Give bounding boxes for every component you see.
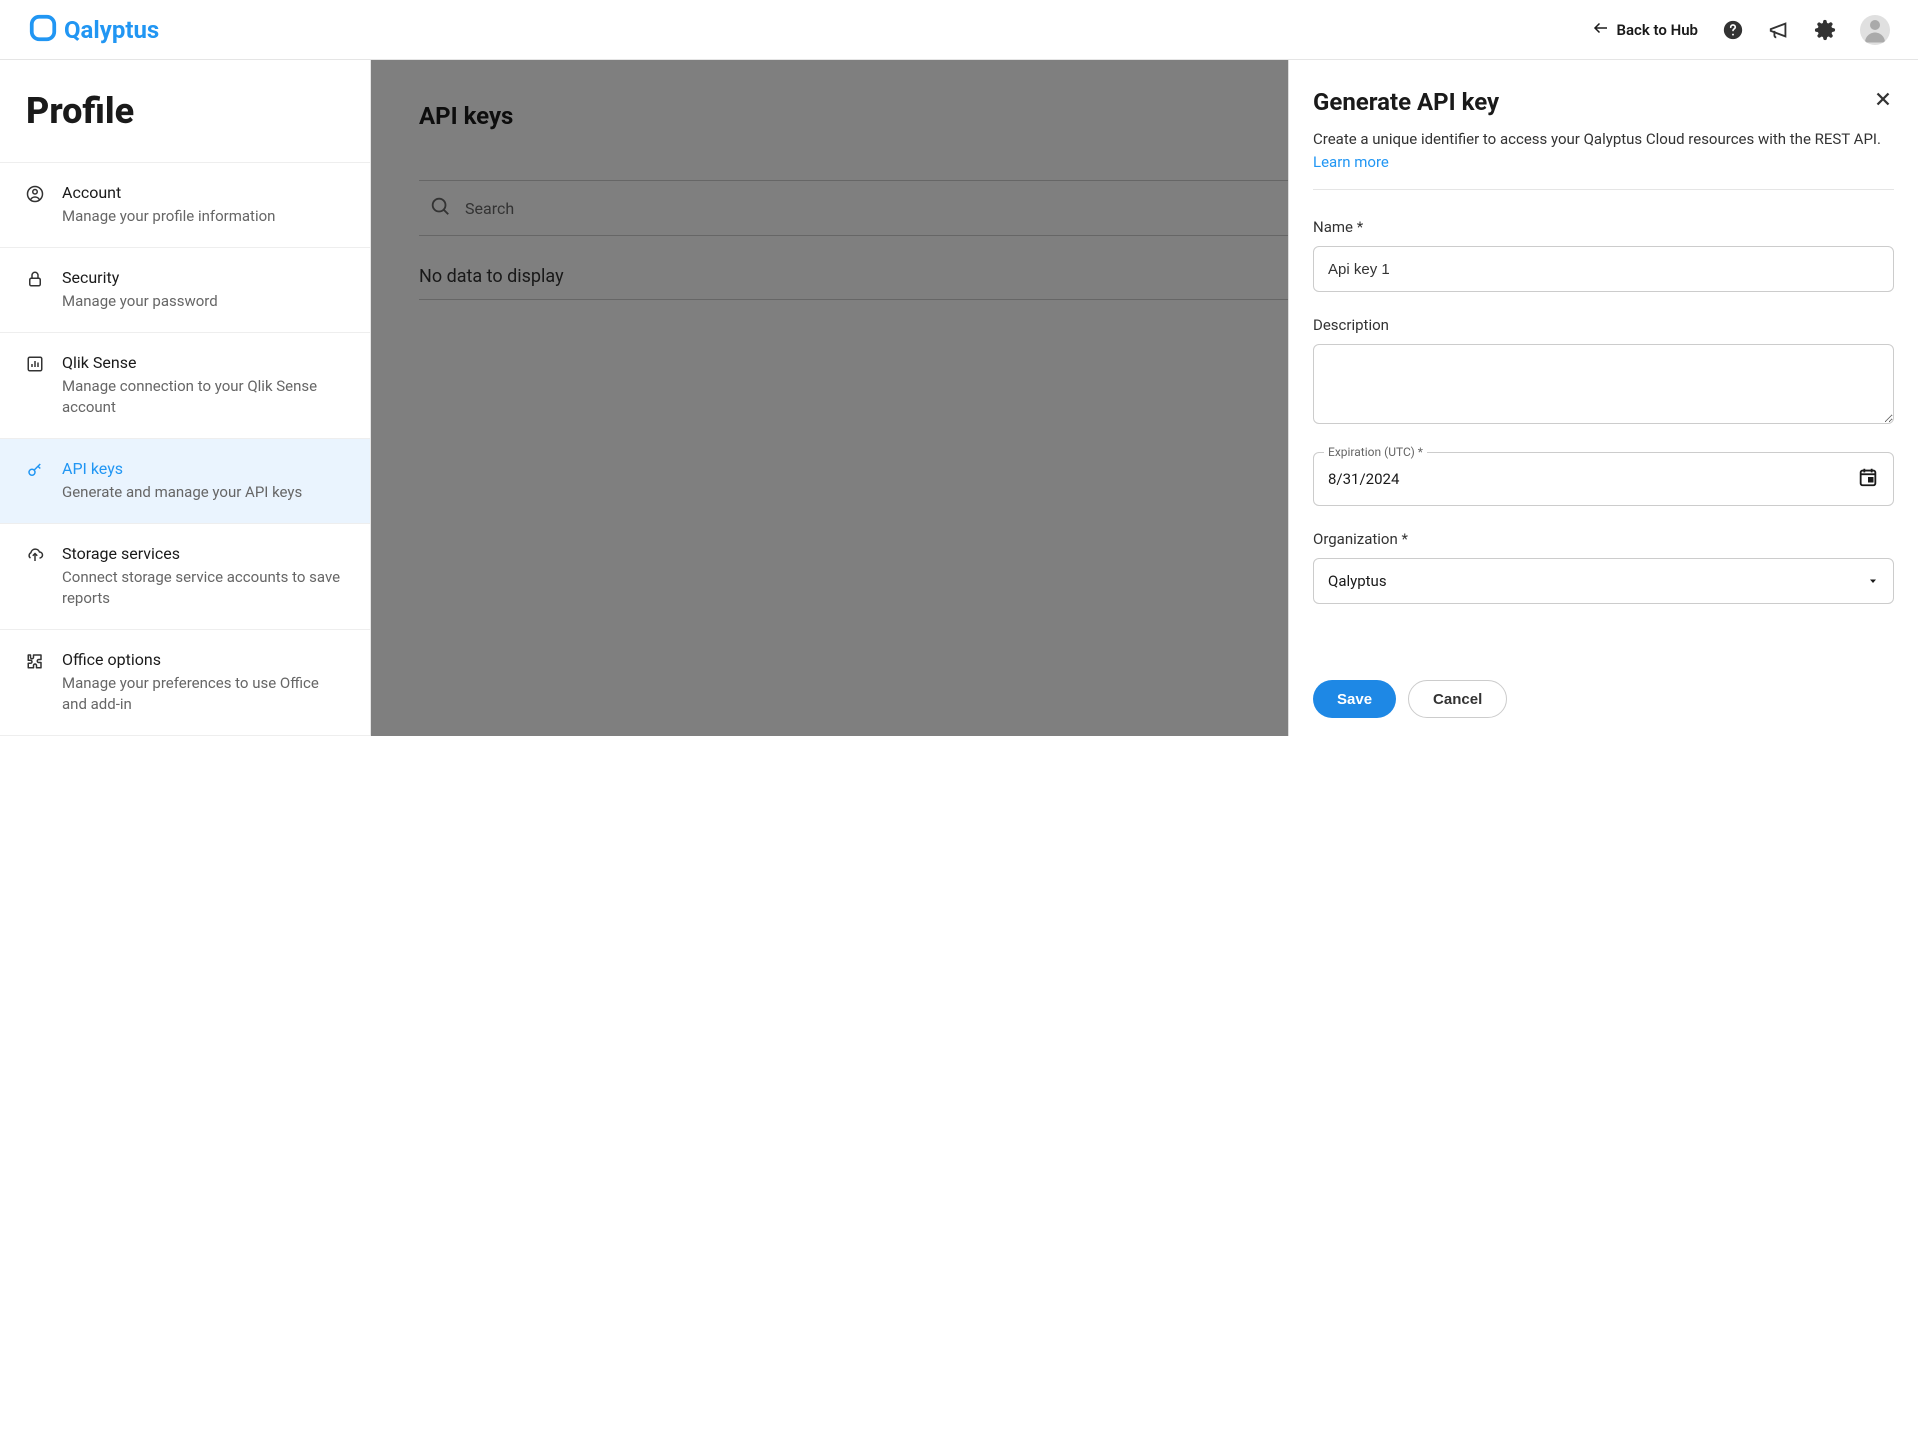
back-label: Back to Hub (1616, 21, 1698, 39)
sidebar-item-desc: Manage your profile information (62, 206, 275, 227)
panel-footer: Save Cancel (1289, 662, 1918, 736)
sidebar-item-label: Office options (62, 650, 344, 669)
name-label: Name * (1313, 218, 1894, 236)
sidebar-item-qliksense[interactable]: Qlik Sense Manage connection to your Qli… (0, 332, 370, 438)
user-avatar[interactable] (1860, 15, 1890, 45)
sidebar-item-desc: Manage connection to your Qlik Sense acc… (62, 376, 344, 418)
save-button[interactable]: Save (1313, 680, 1396, 718)
profile-sidebar: Profile Account Manage your profile info… (0, 60, 371, 736)
help-icon[interactable] (1722, 19, 1744, 41)
expiration-label: Expiration (UTC) * (1324, 445, 1427, 459)
chart-icon (26, 355, 44, 373)
calendar-icon[interactable] (1857, 466, 1879, 492)
sidebar-item-desc: Manage your password (62, 291, 218, 312)
expiration-value: 8/31/2024 (1328, 470, 1857, 488)
sidebar-item-storage[interactable]: Storage services Connect storage service… (0, 523, 370, 629)
organization-label: Organization * (1313, 530, 1894, 548)
logo[interactable]: Qalyptus (28, 13, 159, 47)
cancel-button[interactable]: Cancel (1408, 680, 1507, 718)
sidebar-item-label: Storage services (62, 544, 344, 563)
panel-desc-text: Create a unique identifier to access you… (1313, 130, 1881, 148)
cloud-upload-icon (26, 546, 44, 564)
description-label: Description (1313, 316, 1894, 334)
brand-text: Qalyptus (64, 16, 159, 44)
expiration-input[interactable]: Expiration (UTC) * 8/31/2024 (1313, 452, 1894, 506)
announcements-icon[interactable] (1768, 19, 1790, 41)
sidebar-item-security[interactable]: Security Manage your password (0, 247, 370, 332)
chevron-down-icon (1867, 572, 1879, 591)
settings-icon[interactable] (1814, 19, 1836, 41)
sidebar-item-apikeys[interactable]: API keys Generate and manage your API ke… (0, 438, 370, 523)
sidebar-item-label: API keys (62, 459, 302, 478)
back-to-hub-link[interactable]: Back to Hub (1592, 19, 1698, 41)
sidebar-item-label: Security (62, 268, 218, 287)
arrow-left-icon (1592, 19, 1610, 41)
organization-value: Qalyptus (1328, 572, 1867, 590)
key-icon (26, 461, 44, 479)
sidebar-item-label: Qlik Sense (62, 353, 344, 372)
sidebar-item-office[interactable]: Office options Manage your preferences t… (0, 629, 370, 736)
user-icon (26, 185, 44, 203)
puzzle-icon (26, 652, 44, 670)
sidebar-item-desc: Connect storage service accounts to save… (62, 567, 344, 609)
header-actions: Back to Hub (1592, 15, 1890, 45)
main-content: API keys Search No data to display Gener… (371, 60, 1918, 736)
sidebar-item-desc: Generate and manage your API keys (62, 482, 302, 503)
lock-icon (26, 270, 44, 288)
organization-select[interactable]: Qalyptus (1313, 558, 1894, 604)
learn-more-link[interactable]: Learn more (1313, 153, 1389, 171)
description-input[interactable] (1313, 344, 1894, 424)
logo-icon (28, 13, 58, 47)
sidebar-item-account[interactable]: Account Manage your profile information (0, 162, 370, 247)
sidebar-item-label: Account (62, 183, 275, 202)
panel-title: Generate API key (1313, 88, 1499, 116)
app-header: Qalyptus Back to Hub (0, 0, 1918, 60)
generate-api-key-panel: Generate API key Create a unique identif… (1288, 60, 1918, 736)
name-input[interactable] (1313, 246, 1894, 292)
panel-description: Create a unique identifier to access you… (1313, 128, 1894, 190)
close-button[interactable] (1872, 88, 1894, 114)
sidebar-title: Profile (0, 90, 370, 162)
sidebar-item-desc: Manage your preferences to use Office an… (62, 673, 344, 715)
